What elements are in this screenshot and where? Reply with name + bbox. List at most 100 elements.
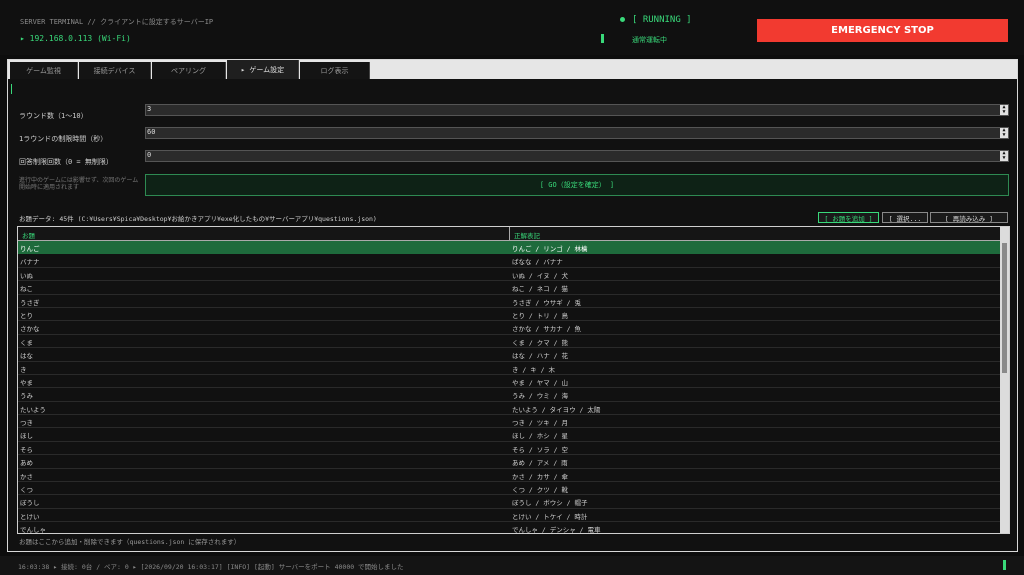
table-row[interactable]: とけい とけい / トケイ / 時計 — [18, 509, 1001, 523]
table-row[interactable]: き き / キ / 木 — [18, 362, 1001, 375]
row-answer: とり / トリ / 鳥 — [512, 311, 568, 320]
table-row[interactable]: たいよう たいよう / タイヨウ / 太陽 — [18, 402, 1001, 416]
emergency-stop-button[interactable]: EMERGENCY STOP — [757, 19, 1008, 42]
row-topic: バナナ — [20, 258, 40, 267]
column-topic[interactable]: お題 — [22, 230, 35, 240]
row-answer: でんしゃ / デンシャ / 電車 — [512, 526, 601, 534]
table-row[interactable]: さかな さかな / サカナ / 魚 — [18, 321, 1001, 335]
row-topic: うみ — [20, 392, 33, 401]
row-topic: ぼうし — [20, 499, 40, 508]
table-row[interactable]: はな はな / ハナ / 花 — [18, 348, 1001, 362]
row-answer: ばなな / バナナ — [512, 258, 563, 267]
row-topic: かさ — [20, 472, 33, 481]
row-topic: たいよう — [20, 405, 46, 414]
row-topic: あめ — [20, 459, 33, 468]
focus-indicator — [11, 84, 12, 94]
reload-button[interactable]: [ 再読み込み ] — [930, 212, 1008, 223]
table-row[interactable]: やま やま / ヤマ / 山 — [18, 375, 1001, 389]
row-topic: りんご — [20, 245, 40, 253]
table-row[interactable]: くつ くつ / クツ / 靴 — [18, 482, 1001, 496]
questions-table: お題 正解表記 りんご りんご / リンゴ / 林檎 バナナ ばなな / バナナ いぬい… — [17, 226, 1010, 534]
tab-connected-devices[interactable]: 接続デバイス — [79, 62, 151, 79]
running-status: [ RUNNING ] — [632, 15, 692, 25]
table-header: お題 正解表記 — [18, 227, 1001, 241]
row-answer: はな / ハナ / 花 — [512, 352, 568, 361]
rounds-input[interactable]: 3 ▲ ▼ — [145, 104, 1009, 116]
table-row[interactable]: とり とり / トリ / 鳥 — [18, 308, 1001, 322]
row-answer: き / キ / 木 — [512, 365, 555, 374]
status-bar-icon — [601, 34, 604, 43]
row-topic: とり — [20, 311, 33, 320]
table-row[interactable]: かさ かさ / カサ / 傘 — [18, 469, 1001, 483]
answer-limit-spinner-icon[interactable]: ▲ ▼ — [1000, 151, 1008, 161]
table-row[interactable]: あめ あめ / アメ / 雨 — [18, 455, 1001, 469]
row-answer: あめ / アメ / 雨 — [512, 459, 568, 468]
questions-info: お題データ: 45件 (C:¥Users¥Spica¥Desktop¥お絵かきア… — [19, 215, 377, 223]
table-row[interactable]: りんご りんご / リンゴ / 林檎 — [18, 241, 1001, 255]
scrollbar-thumb[interactable] — [1002, 243, 1007, 373]
row-topic: さかな — [20, 325, 40, 334]
time-limit-label: 1ラウンドの制限時間（秒） — [19, 135, 108, 143]
answer-limit-input[interactable]: 0 ▲ ▼ — [145, 150, 1009, 162]
status-dot-icon — [620, 17, 625, 22]
tab-log[interactable]: ログ表示 — [300, 62, 370, 79]
answer-limit-value: 0 — [147, 151, 152, 159]
confirm-settings-button[interactable]: [ GO（設定を確定） ] — [145, 174, 1009, 196]
row-topic: くま — [20, 338, 33, 347]
row-topic: やま — [20, 378, 33, 387]
row-answer: さかな / サカナ / 魚 — [512, 325, 581, 334]
row-answer: ほし / ホシ / 星 — [512, 432, 568, 441]
row-answer: そら / ソラ / 空 — [512, 445, 568, 454]
tab-bar: ゲーム監視 接続デバイス ペアリング ▸ ゲーム設定 ログ表示 — [8, 60, 1017, 79]
header: SERVER TERMINAL // クライアントに設定するサーバーIP ▸ 1… — [0, 0, 1024, 55]
column-answer[interactable]: 正解表記 — [514, 230, 540, 240]
row-topic: ほし — [20, 432, 33, 441]
table-row[interactable]: ぼうし ぼうし / ボウシ / 帽子 — [18, 495, 1001, 509]
row-answer: かさ / カサ / 傘 — [512, 472, 568, 481]
row-answer: いぬ / イヌ / 犬 — [512, 271, 568, 280]
add-question-button[interactable]: [ お題を追加 ] — [818, 212, 879, 223]
row-topic: そら — [20, 445, 33, 454]
row-topic: くつ — [20, 486, 33, 495]
time-limit-spinner-icon[interactable]: ▲ ▼ — [1000, 128, 1008, 138]
table-row[interactable]: いぬ いぬ / イヌ / 犬 — [18, 268, 1001, 282]
status-text: 16:03:38 ▸ 接続: 0台 / ペア: 0 ▸ [2026/09/20 … — [18, 563, 404, 571]
table-row[interactable]: うみ うみ / ウミ / 海 — [18, 388, 1001, 402]
row-answer: たいよう / タイヨウ / 太陽 — [512, 405, 601, 414]
table-row[interactable]: ねこ ねこ / ネコ / 猫 — [18, 281, 1001, 295]
questions-footnote: お題はここから追加・削除できます（questions.json に保存されます） — [19, 538, 241, 546]
settings-note: 進行中のゲームには影響せず、次回のゲーム開始時に適用されます — [19, 177, 139, 191]
row-answer: つき / ツキ / 月 — [512, 419, 568, 428]
row-topic: でんしゃ — [20, 526, 46, 534]
row-answer: りんご / リンゴ / 林檎 — [512, 245, 588, 253]
tab-game-settings[interactable]: ▸ ゲーム設定 — [227, 60, 299, 79]
row-answer: うさぎ / ウサギ / 兎 — [512, 298, 581, 307]
row-answer: やま / ヤマ / 山 — [512, 378, 568, 387]
tab-pairing[interactable]: ペアリング — [152, 62, 226, 79]
table-row[interactable]: でんしゃ でんしゃ / デンシャ / 電車 — [18, 522, 1001, 534]
status-indicator-icon — [1003, 560, 1006, 570]
rounds-label: ラウンド数（1〜10） — [19, 112, 88, 120]
table-row[interactable]: うさぎ うさぎ / ウサギ / 兎 — [18, 295, 1001, 308]
time-limit-input[interactable]: 60 ▲ ▼ — [145, 127, 1009, 139]
row-topic: はな — [20, 352, 33, 361]
tab-game-monitor[interactable]: ゲーム監視 — [10, 62, 78, 79]
table-row[interactable]: バナナ ばなな / バナナ — [18, 254, 1001, 268]
row-topic: うさぎ — [20, 298, 40, 307]
status-subtext: 通常運転中 — [632, 36, 667, 44]
row-answer: くつ / クツ / 靴 — [512, 486, 568, 495]
main-panel: ゲーム監視 接続デバイス ペアリング ▸ ゲーム設定 ログ表示 ラウンド数（1〜… — [7, 59, 1018, 552]
select-file-button[interactable]: [ 選択... — [882, 212, 928, 223]
table-row[interactable]: ほし ほし / ホシ / 星 — [18, 428, 1001, 442]
rounds-value: 3 — [147, 105, 152, 113]
table-row[interactable]: そら そら / ソラ / 空 — [18, 442, 1001, 456]
row-topic: いぬ — [20, 271, 33, 280]
table-scrollbar[interactable] — [1000, 227, 1009, 533]
rounds-spinner-icon[interactable]: ▲ ▼ — [1000, 105, 1008, 115]
row-topic: とけい — [20, 512, 40, 521]
table-row[interactable]: つき つき / ツキ / 月 — [18, 415, 1001, 429]
row-topic: き — [20, 365, 27, 374]
table-row[interactable]: くま くま / クマ / 熊 — [18, 335, 1001, 349]
row-topic: ねこ — [20, 285, 33, 294]
answer-limit-label: 回答制限回数（0 = 無制限） — [19, 158, 113, 166]
